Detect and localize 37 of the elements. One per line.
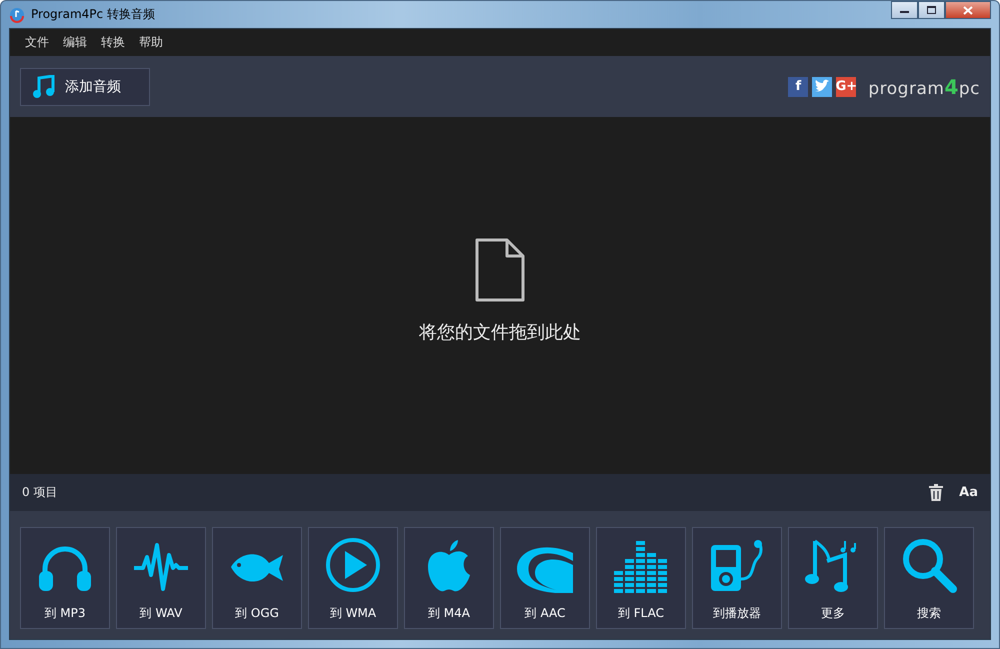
- bird-icon[interactable]: [812, 76, 832, 96]
- close-icon: [963, 6, 973, 14]
- window-title: Program4Pc 转换音频: [31, 6, 156, 23]
- convert-button[interactable]: 到 OGG: [212, 527, 302, 629]
- font-button[interactable]: Aa: [959, 485, 978, 500]
- convert-button[interactable]: 到 WMA: [308, 527, 398, 629]
- convert-button[interactable]: 到播放器: [692, 527, 782, 629]
- convert-button[interactable]: 到 WAV: [116, 527, 206, 629]
- trash-icon[interactable]: [929, 484, 944, 501]
- maximize-icon: [927, 6, 936, 14]
- logo: program4pc: [868, 74, 980, 98]
- app-icon: [9, 6, 25, 22]
- menu-item[interactable]: 文件: [18, 34, 56, 51]
- search-icon: [901, 537, 957, 593]
- f-icon[interactable]: f: [788, 76, 808, 96]
- play-icon: [325, 537, 381, 593]
- music-player-icon: [709, 539, 765, 593]
- item-count: 0 项目: [22, 484, 58, 501]
- document-icon: [475, 238, 525, 302]
- sound-wave-icon: [133, 543, 189, 593]
- maximize-button[interactable]: [918, 1, 945, 19]
- convert-button[interactable]: 到 MP3: [20, 527, 110, 629]
- menu-item[interactable]: 编辑: [56, 34, 94, 51]
- add-audio-button[interactable]: 添加音频: [20, 68, 150, 106]
- equalizer-icon: [614, 539, 668, 593]
- music-note-icon: [33, 74, 55, 98]
- menu-item[interactable]: 转换: [94, 34, 132, 51]
- convert-button[interactable]: 到 AAC: [500, 527, 590, 629]
- drop-hint: 将您的文件拖到此处: [419, 320, 581, 344]
- convert-button[interactable]: 到 FLAC: [596, 527, 686, 629]
- convert-button[interactable]: 更多: [788, 527, 878, 629]
- convert-button[interactable]: 搜索: [884, 527, 974, 629]
- close-button[interactable]: [945, 1, 991, 19]
- convert-button[interactable]: 到 M4A: [404, 527, 494, 629]
- menu-item[interactable]: 帮助: [132, 34, 170, 51]
- minimize-button[interactable]: [891, 1, 918, 19]
- g-plus-icon[interactable]: G+: [836, 76, 856, 96]
